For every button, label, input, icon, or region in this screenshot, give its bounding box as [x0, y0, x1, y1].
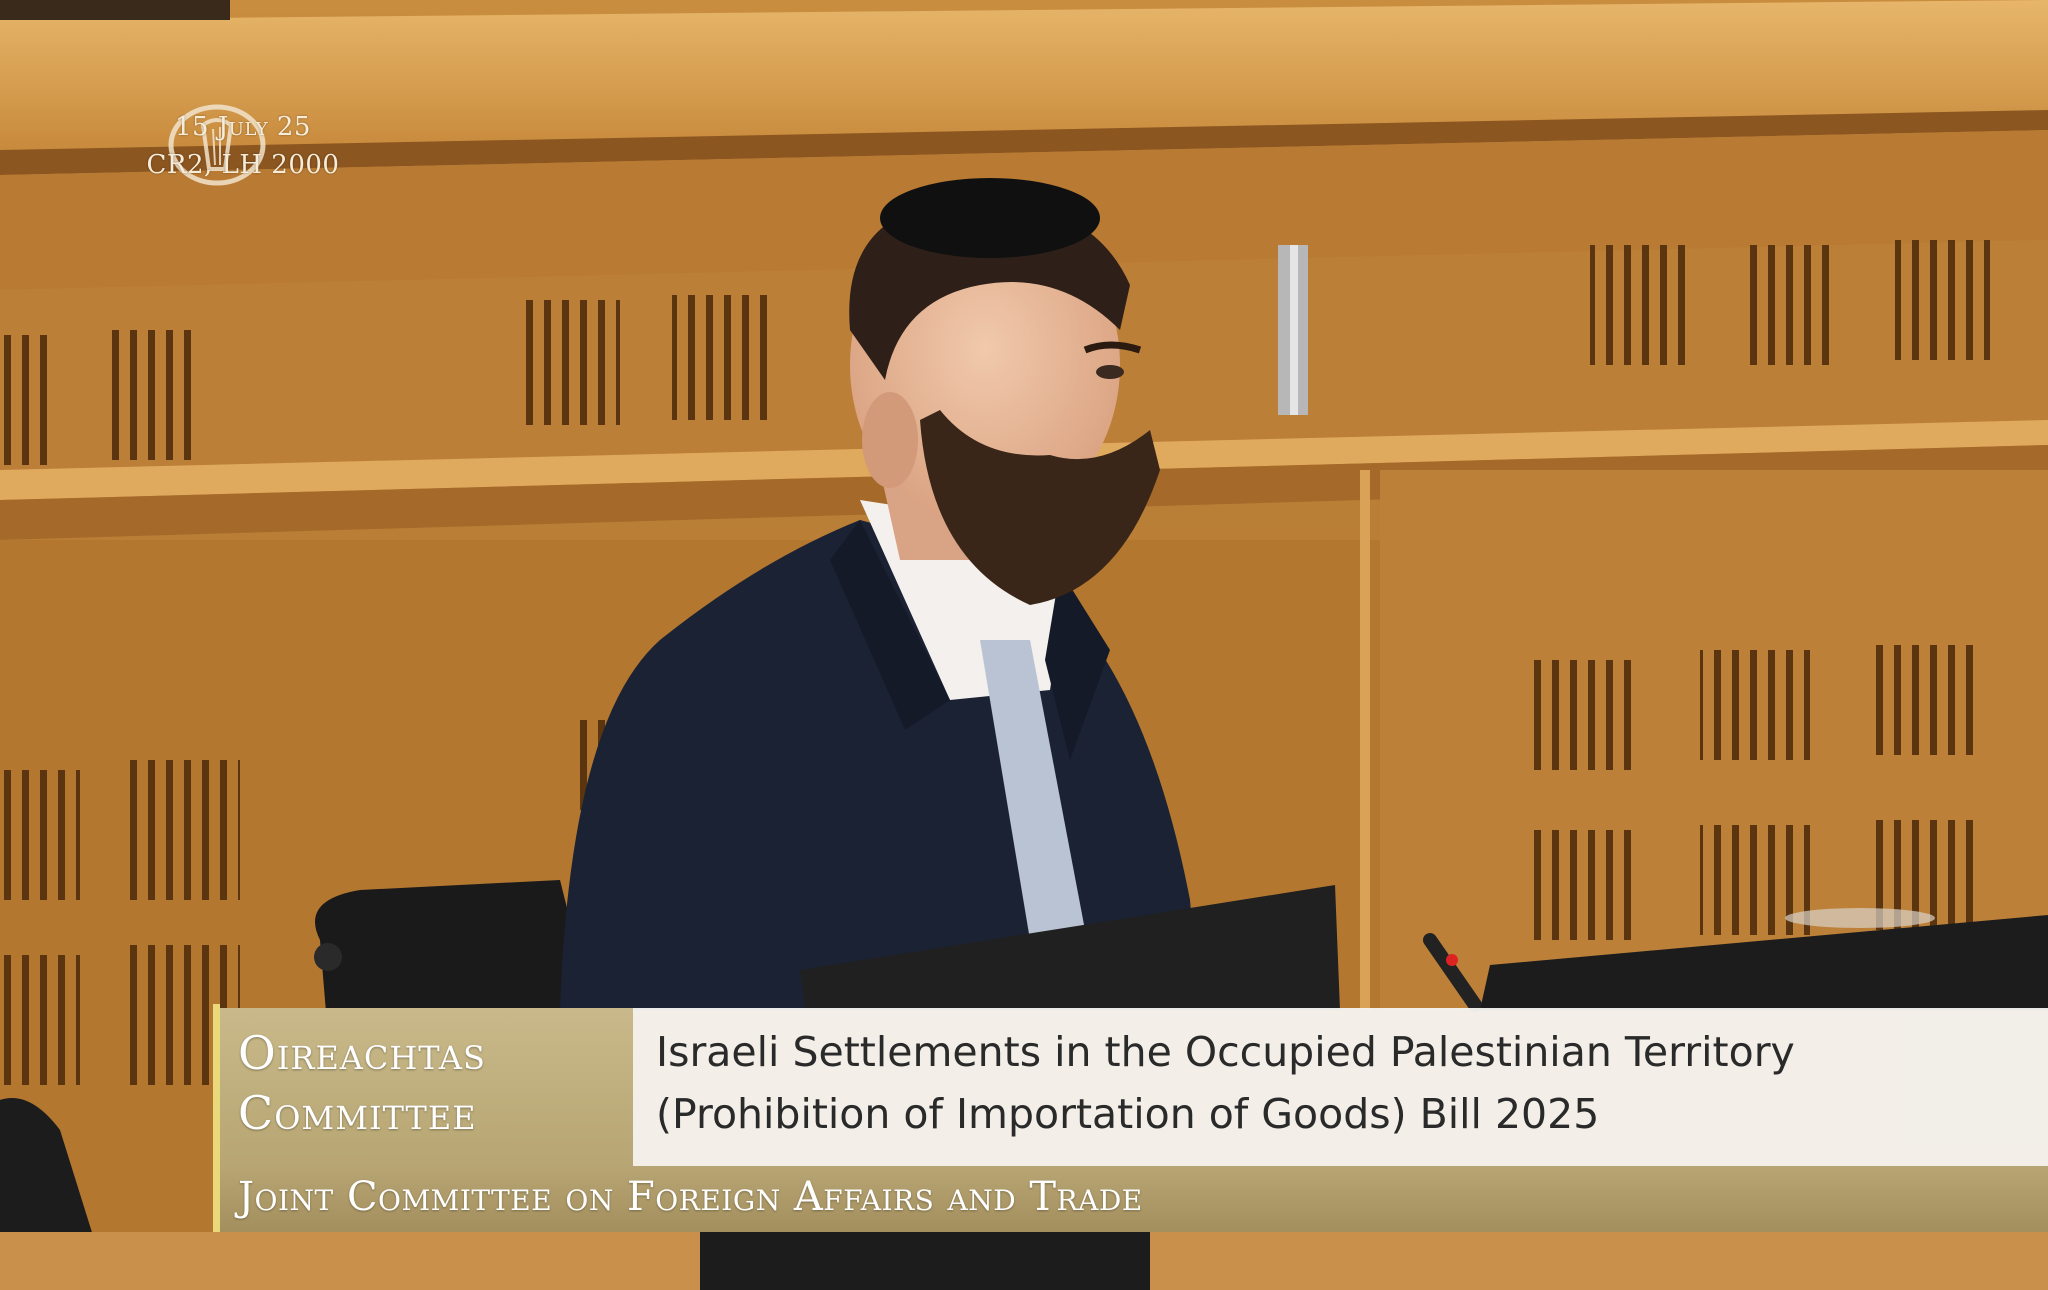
brand-line-1: Oireachtas [238, 1026, 486, 1080]
brand-line-2: Committee [238, 1086, 477, 1140]
broadcast-date: 15 July 25 [175, 112, 311, 142]
broadcast-room: CR2, LH 2000 [146, 150, 340, 180]
bill-title-line-1: Israeli Settlements in the Occupied Pale… [656, 1028, 1795, 1076]
lower-third-accent-line [213, 1004, 220, 1232]
committee-name: Joint Committee on Foreign Affairs and T… [238, 1174, 1143, 1220]
bill-title-line-2: (Prohibition of Importation of Goods) Bi… [656, 1090, 1600, 1138]
